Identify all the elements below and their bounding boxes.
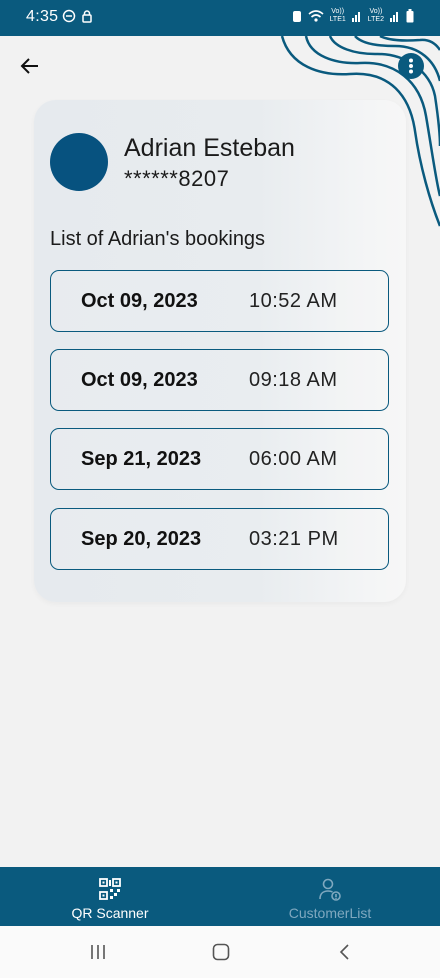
system-home-button[interactable]	[206, 940, 236, 964]
booking-time: 10:52 AM	[249, 289, 338, 312]
system-navigation-bar	[0, 926, 440, 978]
qr-code-icon	[99, 878, 121, 900]
booking-item[interactable]: Sep 21, 2023 06:00 AM	[50, 428, 389, 490]
booking-time: 03:21 PM	[249, 527, 339, 550]
booking-item[interactable]: Oct 09, 2023 09:18 AM	[50, 349, 389, 411]
recents-icon	[91, 945, 105, 959]
booking-time: 06:00 AM	[249, 447, 338, 470]
volte-2-label: Vo))	[369, 8, 383, 15]
customer-phone: ******8207	[124, 166, 230, 191]
do-not-disturb-icon	[62, 9, 76, 23]
system-recents-button[interactable]	[83, 940, 113, 964]
chevron-left-icon	[339, 944, 349, 960]
booking-date: Oct 09, 2023	[81, 368, 198, 391]
status-bar: 4:35 Vo)) LTE1 Vo)) LTE2	[0, 0, 440, 36]
nav-item-qr-scanner[interactable]: QR Scanner	[0, 867, 220, 926]
booking-date: Sep 20, 2023	[81, 527, 202, 550]
booking-time: 09:18 AM	[249, 368, 338, 391]
signal-2-icon	[390, 12, 398, 22]
wifi-icon	[308, 10, 324, 22]
customer-name: Adrian Esteban	[124, 134, 295, 162]
booking-date: Oct 09, 2023	[81, 289, 198, 312]
back-button[interactable]	[14, 50, 46, 82]
home-icon	[212, 943, 230, 961]
network-1-label: LTE1	[329, 16, 346, 23]
signal-1-icon	[351, 12, 360, 22]
more-vertical-icon	[409, 58, 413, 74]
booking-date: Sep 21, 2023	[81, 447, 202, 470]
nav-item-customer-list[interactable]: CustomerList	[220, 867, 440, 926]
avatar	[50, 133, 108, 191]
nav-label-customer-list: CustomerList	[288, 905, 372, 921]
more-options-button[interactable]	[398, 53, 424, 79]
arrow-left-icon	[20, 58, 38, 74]
bookings-heading: List of Adrian's bookings	[50, 228, 266, 250]
nav-label-qr-scanner: QR Scanner	[71, 905, 149, 921]
battery-icon	[406, 9, 414, 23]
booking-item[interactable]: Sep 20, 2023 03:21 PM	[50, 508, 389, 570]
volte-1-label: Vo))	[331, 8, 345, 15]
customer-icon	[319, 878, 341, 901]
network-2-label: LTE2	[367, 16, 384, 23]
customer-card: Adrian Esteban ******8207 List of Adrian…	[34, 100, 406, 602]
status-time: 4:35	[26, 8, 59, 25]
lock-icon	[82, 10, 92, 23]
alarm-icon	[292, 11, 301, 22]
bottom-navigation: QR Scanner CustomerList	[0, 867, 440, 926]
system-back-button[interactable]	[330, 940, 360, 964]
booking-item[interactable]: Oct 09, 2023 10:52 AM	[50, 270, 389, 332]
